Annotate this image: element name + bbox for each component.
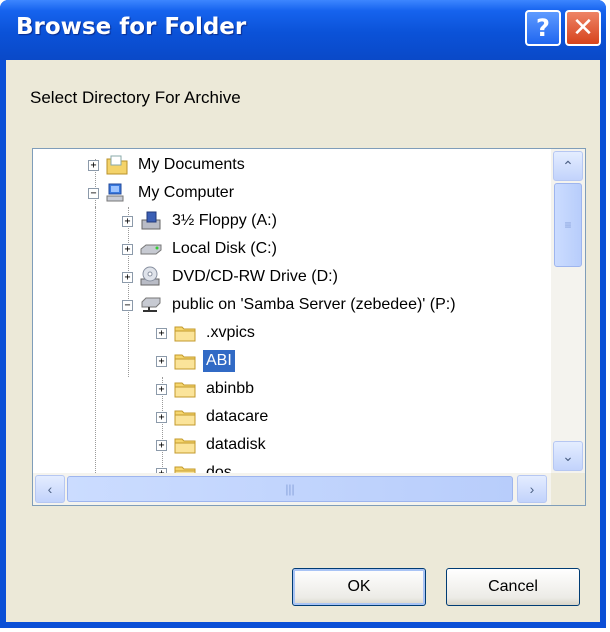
cancel-button[interactable]: Cancel: [446, 568, 580, 606]
expand-icon[interactable]: +: [122, 271, 133, 283]
network-drive-icon: [139, 294, 163, 316]
tree-item-folder[interactable]: + datacare: [156, 403, 271, 431]
tree-item-label: Local Disk (C:): [172, 240, 277, 257]
horizontal-scroll-thumb[interactable]: |||: [67, 476, 513, 502]
scroll-up-button[interactable]: ⌃: [553, 151, 583, 181]
tree-item-folder-selected[interactable]: + ABI: [156, 347, 235, 375]
tree-item-label: ABI: [203, 350, 235, 372]
expand-icon[interactable]: +: [122, 215, 133, 227]
vertical-scroll-thumb[interactable]: ≡: [554, 183, 582, 267]
title-bar[interactable]: Browse for Folder ? ✕: [0, 0, 606, 60]
tree-item-label: abinbb: [206, 380, 255, 397]
floppy-drive-icon: [139, 210, 163, 232]
folder-tree: + My Documents − My Computer + 3½ Floppy…: [33, 149, 551, 473]
chevron-right-icon: ›: [529, 481, 535, 497]
expand-icon[interactable]: +: [156, 383, 167, 395]
tree-item-folder[interactable]: + abinbb: [156, 375, 257, 403]
folder-icon: [173, 434, 197, 456]
scroll-down-button[interactable]: ⌄: [553, 441, 583, 471]
tree-item-folder[interactable]: + .xvpics: [156, 319, 258, 347]
window-title: Browse for Folder: [16, 14, 247, 40]
collapse-icon[interactable]: −: [122, 299, 133, 311]
tree-item-floppy[interactable]: + 3½ Floppy (A:): [122, 207, 280, 235]
my-computer-icon: [105, 182, 129, 204]
tree-item-label: My Documents: [138, 156, 245, 173]
grip-icon: |||: [285, 482, 295, 496]
folder-icon: [173, 462, 197, 473]
grip-icon: ≡: [564, 218, 572, 232]
browse-for-folder-window: Browse for Folder ? ✕ Select Directory F…: [0, 0, 606, 628]
folder-tree-view[interactable]: + My Documents − My Computer + 3½ Floppy…: [32, 148, 586, 506]
scrollbar-corner: [551, 473, 585, 505]
folder-icon: [173, 322, 197, 344]
chevron-down-icon: ⌄: [562, 447, 574, 464]
tree-item-my-computer[interactable]: − My Computer: [88, 179, 237, 207]
tree-item-label: My Computer: [138, 184, 235, 201]
tree-item-my-documents[interactable]: + My Documents: [88, 151, 248, 179]
vertical-scrollbar[interactable]: ⌃ ≡ ⌄: [551, 149, 585, 473]
tree-item-label: DVD/CD-RW Drive (D:): [172, 268, 338, 285]
tree-item-folder[interactable]: + dos: [156, 459, 235, 473]
chevron-up-icon: ⌃: [562, 157, 574, 174]
close-button[interactable]: ✕: [565, 10, 601, 46]
tree-item-dvd-drive[interactable]: + DVD/CD-RW Drive (D:): [122, 263, 341, 291]
expand-icon[interactable]: +: [156, 411, 167, 423]
tree-item-label: datacare: [206, 408, 269, 425]
hard-disk-icon: [139, 238, 163, 260]
tree-item-label: .xvpics: [206, 324, 255, 341]
tree-line: [95, 207, 96, 473]
expand-icon[interactable]: +: [122, 243, 133, 255]
tree-item-label: dos: [206, 464, 232, 473]
expand-icon[interactable]: +: [156, 439, 167, 451]
tree-item-folder[interactable]: + datadisk: [156, 431, 269, 459]
tree-item-label: datadisk: [206, 436, 266, 453]
scroll-right-button[interactable]: ›: [517, 475, 547, 503]
help-button[interactable]: ?: [525, 10, 561, 46]
chevron-left-icon: ‹: [47, 481, 53, 497]
collapse-icon[interactable]: −: [88, 187, 99, 199]
tree-item-label: public on 'Samba Server (zebedee)' (P:): [172, 296, 456, 313]
folder-icon: [173, 406, 197, 428]
horizontal-scrollbar[interactable]: ‹ ||| ›: [33, 473, 551, 505]
expand-icon[interactable]: +: [156, 327, 167, 339]
ok-button[interactable]: OK: [292, 568, 426, 606]
tree-item-local-disk[interactable]: + Local Disk (C:): [122, 235, 280, 263]
tree-item-network-drive[interactable]: − public on 'Samba Server (zebedee)' (P:…: [122, 291, 459, 319]
scroll-left-button[interactable]: ‹: [35, 475, 65, 503]
my-documents-icon: [105, 154, 129, 176]
dialog-body: Select Directory For Archive + My Docume…: [6, 60, 600, 622]
folder-icon: [173, 350, 197, 372]
dialog-prompt: Select Directory For Archive: [30, 88, 241, 107]
expand-icon[interactable]: +: [156, 355, 167, 367]
folder-icon: [173, 378, 197, 400]
expand-icon[interactable]: +: [88, 159, 99, 171]
cd-drive-icon: [139, 266, 163, 288]
tree-item-label: 3½ Floppy (A:): [172, 212, 277, 229]
